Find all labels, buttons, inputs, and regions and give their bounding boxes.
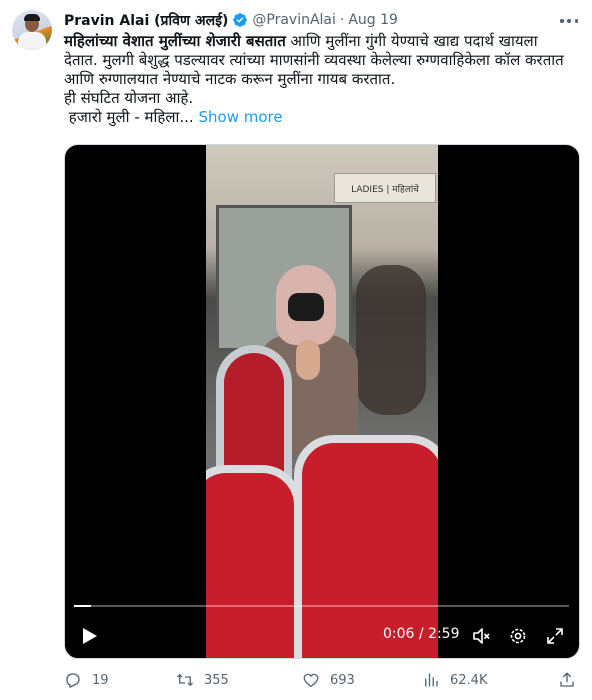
author-avatar[interactable] xyxy=(12,10,52,50)
tweet-text: महिलांच्या वेशात मुलींच्या शेजारी बसतात … xyxy=(64,32,576,127)
separator-dot: · xyxy=(339,12,345,28)
views-chart-icon xyxy=(425,673,438,687)
views-count: 62.4K xyxy=(450,672,488,688)
reply-button[interactable]: 19 xyxy=(64,668,109,692)
retweet-count: 355 xyxy=(204,672,229,688)
share-icon xyxy=(560,672,574,687)
like-button[interactable]: 693 xyxy=(302,668,355,692)
tweet-time[interactable]: Aug 19 xyxy=(348,12,398,28)
views-button[interactable]: 62.4K xyxy=(422,668,487,692)
tweet-card: Pravin Alai (प्रविण अलई) @PravinAlai · A… xyxy=(0,0,592,700)
video-progress-fill xyxy=(74,605,91,607)
settings-gear-icon[interactable] xyxy=(508,626,528,646)
verified-badge-icon xyxy=(233,13,248,27)
author-handle[interactable]: @PravinAlai xyxy=(252,12,336,28)
mute-icon[interactable] xyxy=(471,626,491,646)
retweet-icon xyxy=(177,674,193,686)
video-timecode: 0:06 / 2:59 xyxy=(383,626,460,642)
tweet-text-bold: महिलांच्या वेशात मुलींच्या शेजारी बसतात xyxy=(64,32,286,50)
bus-sign: LADIES | महिलांचे xyxy=(334,173,436,203)
video-progress-bar[interactable] xyxy=(74,605,569,607)
tweet-header: Pravin Alai (प्रविण अलई) @PravinAlai · A… xyxy=(64,10,584,30)
author-name[interactable]: Pravin Alai (प्रविण अलई) xyxy=(64,11,228,30)
fullscreen-icon[interactable] xyxy=(545,626,565,646)
reply-count: 19 xyxy=(92,672,109,688)
retweet-button[interactable]: 355 xyxy=(176,668,229,692)
more-options-icon[interactable] xyxy=(560,12,578,30)
like-count: 693 xyxy=(330,672,355,688)
tweet-actions: 19 355 693 62.4K xyxy=(64,668,580,692)
show-more-link[interactable]: Show more xyxy=(198,108,282,126)
video-frame: LADIES | महिलांचे xyxy=(206,145,438,658)
tweet-text-line2: ही संघटित योजना आहे. xyxy=(64,89,194,107)
share-button[interactable] xyxy=(558,668,586,692)
play-icon[interactable] xyxy=(79,626,99,646)
tweet-text-line3: हजारो मुली - महिला... xyxy=(64,108,194,126)
reply-icon xyxy=(66,673,80,688)
heart-icon xyxy=(303,673,319,688)
video-player[interactable]: LADIES | महिलांचे 0:06 / 2:59 xyxy=(64,144,580,659)
